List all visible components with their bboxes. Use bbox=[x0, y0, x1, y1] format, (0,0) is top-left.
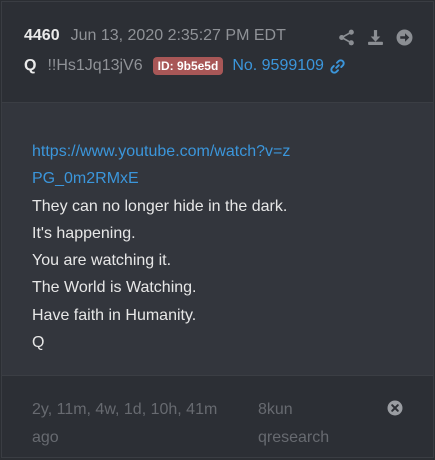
source-site: 8kun bbox=[258, 401, 293, 418]
post-actions bbox=[338, 29, 413, 46]
post-ref-label: No. 9599109 bbox=[232, 57, 324, 74]
id-badge: ID: 9b5e5d bbox=[152, 57, 224, 75]
download-icon[interactable] bbox=[367, 29, 384, 46]
share-icon[interactable] bbox=[338, 29, 355, 46]
link-icon[interactable] bbox=[329, 58, 346, 75]
post-line: The World is Watching. bbox=[32, 279, 197, 297]
post-footer: 2y, 11m, 4w, 1d, 10h, 41m ago 8kun qrese… bbox=[2, 375, 433, 457]
post-timestamp: Jun 13, 2020 2:35:27 PM EDT bbox=[70, 27, 286, 44]
post-card: 4460 Jun 13, 2020 2:35:27 PM EDT Q !!Hs1… bbox=[1, 1, 434, 458]
arrow-right-circle-icon[interactable] bbox=[396, 29, 413, 46]
post-meta-row: 4460 Jun 13, 2020 2:35:27 PM EDT bbox=[24, 27, 286, 45]
close-circle-icon[interactable] bbox=[387, 400, 403, 416]
youtube-link[interactable]: https://www.youtube.com/watch?v=zPG_0m2R… bbox=[32, 138, 297, 193]
post-number-link[interactable]: No. 9599109 bbox=[232, 57, 346, 75]
post-line: It's happening. bbox=[32, 224, 136, 242]
post-line: Have faith in Humanity. bbox=[32, 306, 197, 324]
source-board: qresearch bbox=[258, 429, 330, 446]
post-author: Q bbox=[24, 57, 37, 74]
post-source: 8kun qresearch bbox=[258, 396, 329, 452]
post-line: They can no longer hide in the dark. bbox=[32, 197, 288, 215]
post-number: 4460 bbox=[24, 27, 60, 44]
post-body: https://www.youtube.com/watch?v=zPG_0m2R… bbox=[32, 138, 422, 356]
post-header: 4460 Jun 13, 2020 2:35:27 PM EDT Q !!Hs1… bbox=[2, 2, 433, 103]
post-tripcode: !!Hs1Jq13jV6 bbox=[47, 57, 143, 74]
post-signature: Q bbox=[32, 334, 45, 352]
post-age: 2y, 11m, 4w, 1d, 10h, 41m ago bbox=[32, 401, 218, 446]
post-author-row: Q !!Hs1Jq13jV6 ID: 9b5e5d No. 9599109 bbox=[24, 57, 346, 75]
post-line: You are watching it. bbox=[32, 252, 172, 270]
